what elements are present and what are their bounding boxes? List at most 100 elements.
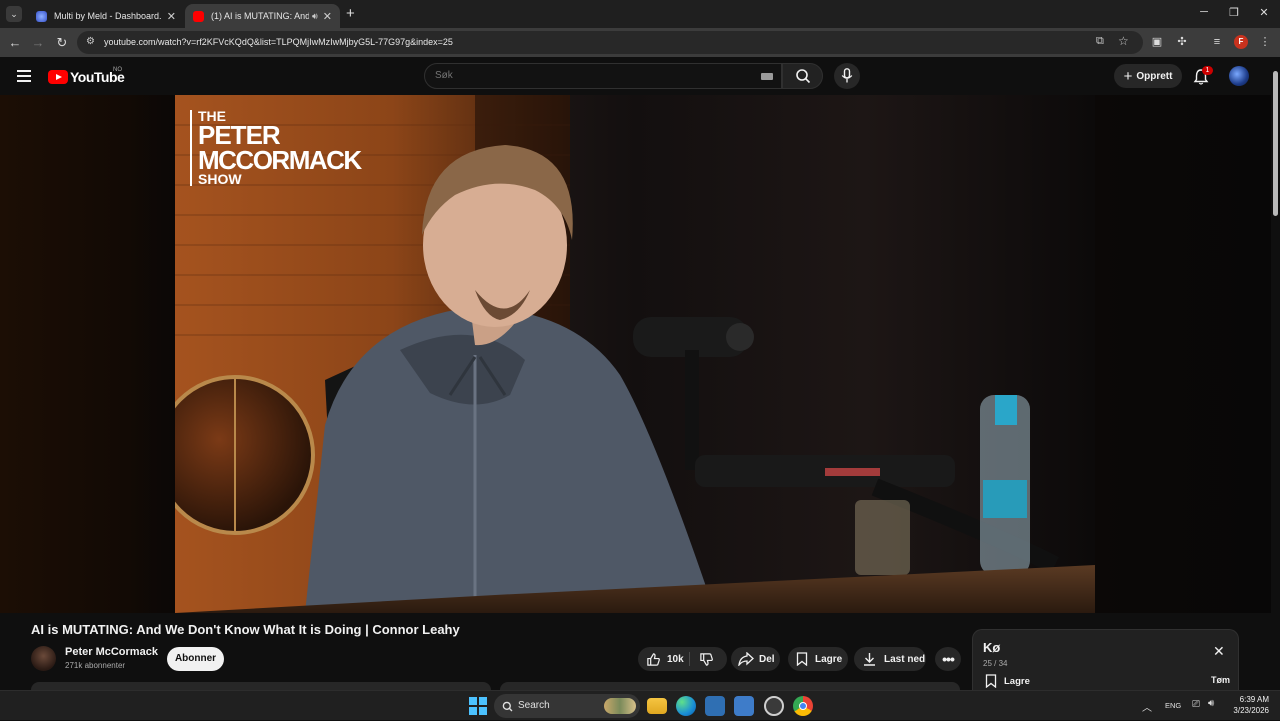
taskbar-search[interactable]: Search <box>494 694 640 718</box>
reload-button[interactable]: ↻ <box>53 34 71 52</box>
bookmark-icon <box>985 674 997 688</box>
tab-close-icon[interactable]: ✕ <box>323 10 332 23</box>
like-dislike-group: 10k <box>638 647 727 671</box>
minimize-button[interactable]: ─ <box>1189 6 1219 18</box>
extensions-puzzle-icon[interactable]: ▣ <box>1150 35 1164 49</box>
browser-tab-bar: ⌄ Multi by Meld - Dashboard. ✕ (1) AI is… <box>0 0 1280 28</box>
clock-time[interactable]: 6:39 AM <box>1231 695 1269 704</box>
tab-close-icon[interactable]: ✕ <box>167 10 176 23</box>
notification-badge: 1 <box>1202 66 1213 75</box>
share-label: Del <box>759 653 775 665</box>
thumbs-up-icon <box>647 652 660 666</box>
more-dots-icon: ••• <box>942 651 955 667</box>
plus-icon: + <box>1123 67 1133 85</box>
file-explorer-icon[interactable] <box>647 698 667 714</box>
queue-save-button[interactable]: Lagre <box>985 674 1030 688</box>
profile-avatar[interactable]: F <box>1234 35 1248 49</box>
search-icon <box>796 69 811 84</box>
subscribe-button[interactable]: Abonner <box>167 647 224 671</box>
clock-date[interactable]: 3/23/2026 <box>1227 706 1269 715</box>
region-code: NO <box>113 67 122 73</box>
edge-browser-icon[interactable] <box>676 696 696 716</box>
voice-search-button[interactable] <box>834 63 860 89</box>
video-title: AI is MUTATING: And We Don't Know What I… <box>31 622 460 637</box>
youtube-favicon-icon <box>193 10 204 22</box>
bookmark-star-icon[interactable]: ☆ <box>1118 34 1129 48</box>
search-input[interactable] <box>435 70 735 81</box>
restore-button[interactable]: ❐ <box>1219 6 1249 19</box>
bookmark-icon <box>796 652 808 666</box>
account-avatar[interactable] <box>1229 66 1249 86</box>
meld-favicon-icon <box>36 10 47 22</box>
channel-name[interactable]: Peter McCormack <box>65 646 158 658</box>
tab-title: (1) AI is MUTATING: And We Don't Know Wh… <box>211 11 309 21</box>
like-button[interactable]: 10k <box>638 652 684 667</box>
subscriber-count: 271k abonnenter <box>65 661 126 670</box>
input-language[interactable]: ENG <box>1165 701 1181 710</box>
close-icon[interactable]: ✕ <box>1213 643 1225 660</box>
like-divider <box>689 652 690 666</box>
youtube-play-icon <box>48 70 68 84</box>
back-button[interactable]: ← <box>6 34 24 52</box>
queue-title: Kø <box>983 640 1001 655</box>
youtube-header: YouTube NO + Opprett 1 <box>0 57 1280 95</box>
queue-save-label: Lagre <box>1004 675 1030 687</box>
forward-button[interactable]: → <box>29 34 47 52</box>
description-box[interactable] <box>31 682 491 690</box>
tab-title: Multi by Meld - Dashboard. <box>54 11 162 21</box>
install-app-icon[interactable]: ⧉ <box>1096 35 1104 48</box>
share-arrow-icon <box>738 652 754 666</box>
scrollbar-thumb[interactable] <box>1273 71 1278 216</box>
tab-audio-icon[interactable]: 🔊︎ <box>312 11 318 22</box>
save-button[interactable]: Lagre <box>788 647 848 671</box>
remote-desktop-icon[interactable] <box>705 696 725 716</box>
like-count: 10k <box>667 653 684 665</box>
download-label: Last ned <box>884 653 926 665</box>
show-brand-overlay: THE PETER MCCORMACK SHOW <box>190 109 362 186</box>
dislike-button[interactable] <box>699 652 714 667</box>
create-label: Opprett <box>1136 70 1173 82</box>
download-icon <box>864 653 875 666</box>
search-box[interactable] <box>424 63 782 89</box>
search-button[interactable] <box>782 63 823 89</box>
url-text[interactable]: youtube.com/watch?v=rf2KFVcKQdQ&list=TLP… <box>104 37 453 47</box>
close-window-button[interactable]: ✕ <box>1249 6 1279 19</box>
page-scrollbar[interactable] <box>1271 57 1280 690</box>
media-control-icon[interactable]: ≡ <box>1210 35 1224 49</box>
create-button[interactable]: + Opprett <box>1114 64 1182 88</box>
taskbar-search-label: Search <box>518 700 550 711</box>
search-highlight-image <box>604 698 636 714</box>
keyboard-icon[interactable] <box>761 73 773 80</box>
queue-panel: Kø 25 / 34 ✕ Lagre Tøm <box>972 629 1239 690</box>
channel-avatar[interactable] <box>31 646 56 671</box>
download-button[interactable]: Last ned <box>854 647 926 671</box>
new-tab-button[interactable]: + <box>346 5 355 22</box>
snipping-tool-icon[interactable] <box>734 696 754 716</box>
share-button[interactable]: Del <box>731 647 780 671</box>
address-bar[interactable]: ⚙ youtube.com/watch?v=rf2KFVcKQdQ&list=T… <box>77 31 1143 54</box>
app-notification-icon[interactable] <box>764 696 784 716</box>
more-actions-button[interactable]: ••• <box>935 647 961 671</box>
site-info-icon[interactable]: ⚙ <box>86 36 95 47</box>
microphone-icon <box>841 68 853 83</box>
tab-youtube-video[interactable]: (1) AI is MUTATING: And We Don't Know Wh… <box>185 4 340 28</box>
tab-search-button[interactable]: ⌄ <box>6 6 22 22</box>
tab-multi-by-meld[interactable]: Multi by Meld - Dashboard. ✕ <box>28 4 184 28</box>
save-label: Lagre <box>815 653 843 665</box>
extensions-icon[interactable]: ✣ <box>1175 35 1189 49</box>
volume-icon[interactable]: 🔊︎ <box>1208 698 1214 709</box>
browser-toolbar: ← → ↻ ⚙ youtube.com/watch?v=rf2KFVcKQdQ&… <box>0 28 1280 57</box>
hamburger-menu-icon[interactable] <box>17 70 31 82</box>
network-icon[interactable]: ⎚ <box>1192 699 1200 710</box>
tray-chevron-icon[interactable]: ︿ <box>1142 699 1152 714</box>
chrome-browser-icon[interactable] <box>793 696 813 716</box>
windows-taskbar: Search ︿ ENG ⎚ 🔊︎ 6:39 AM 3/23/2026 <box>0 690 1280 720</box>
video-player[interactable]: THE PETER MCCORMACK SHOW <box>175 95 1095 613</box>
search-icon <box>502 701 513 712</box>
browser-menu-icon[interactable]: ⋮ <box>1258 35 1272 49</box>
queue-clear-button[interactable]: Tøm <box>1211 675 1230 685</box>
brand-line-3: MCCORMACK <box>198 144 362 175</box>
comment-box[interactable] <box>500 682 960 690</box>
queue-position: 25 / 34 <box>983 659 1008 668</box>
windows-start-icon[interactable] <box>468 696 488 716</box>
